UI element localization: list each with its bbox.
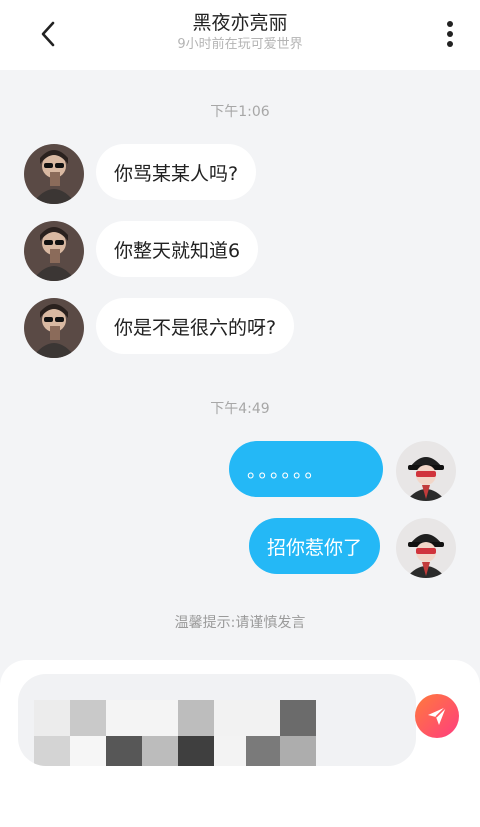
contact-avatar[interactable] <box>24 144 84 204</box>
avatar-image <box>24 144 84 204</box>
my-avatar[interactable] <box>396 441 456 501</box>
message-text: 你是不是很六的呀? <box>114 316 277 339</box>
warning-tip: 温馨提示:请谨慎发言 <box>174 615 306 631</box>
avatar-image <box>396 518 456 578</box>
timestamp: 下午1:06 <box>210 104 270 120</box>
contact-avatar[interactable] <box>24 298 84 358</box>
more-vertical-icon <box>447 21 453 47</box>
outgoing-message-bubble[interactable]: 。。。。。。 <box>229 441 383 497</box>
message-text: 。。。。。。 <box>247 459 326 482</box>
incoming-message-bubble[interactable]: 你是不是很六的呀? <box>96 298 295 354</box>
incoming-message-bubble[interactable]: 你整天就知道6 <box>96 221 259 277</box>
more-options-button[interactable] <box>438 16 462 52</box>
contact-avatar[interactable] <box>24 221 84 281</box>
contact-status: 9小时前在玩可爱世界 <box>177 37 303 52</box>
my-avatar[interactable] <box>396 518 456 578</box>
incoming-message-bubble[interactable]: 你骂某某人吗? <box>96 144 257 200</box>
outgoing-message-bubble[interactable]: 招你惹你了 <box>249 518 381 574</box>
message-text: 你骂某某人吗? <box>114 162 239 185</box>
message-text: 你整天就知道6 <box>114 239 241 262</box>
message-input[interactable] <box>18 674 416 766</box>
avatar-image <box>24 298 84 358</box>
message-text: 招你惹你了 <box>267 536 363 559</box>
avatar-image <box>396 441 456 501</box>
timestamp: 下午4:49 <box>210 401 270 417</box>
chat-header: 黑夜亦亮丽 9小时前在玩可爱世界 <box>0 0 480 70</box>
composer-panel <box>0 660 480 827</box>
contact-name: 黑夜亦亮丽 <box>192 12 288 34</box>
paper-plane-icon <box>428 706 447 725</box>
avatar-image <box>24 221 84 281</box>
send-button[interactable] <box>415 694 459 738</box>
